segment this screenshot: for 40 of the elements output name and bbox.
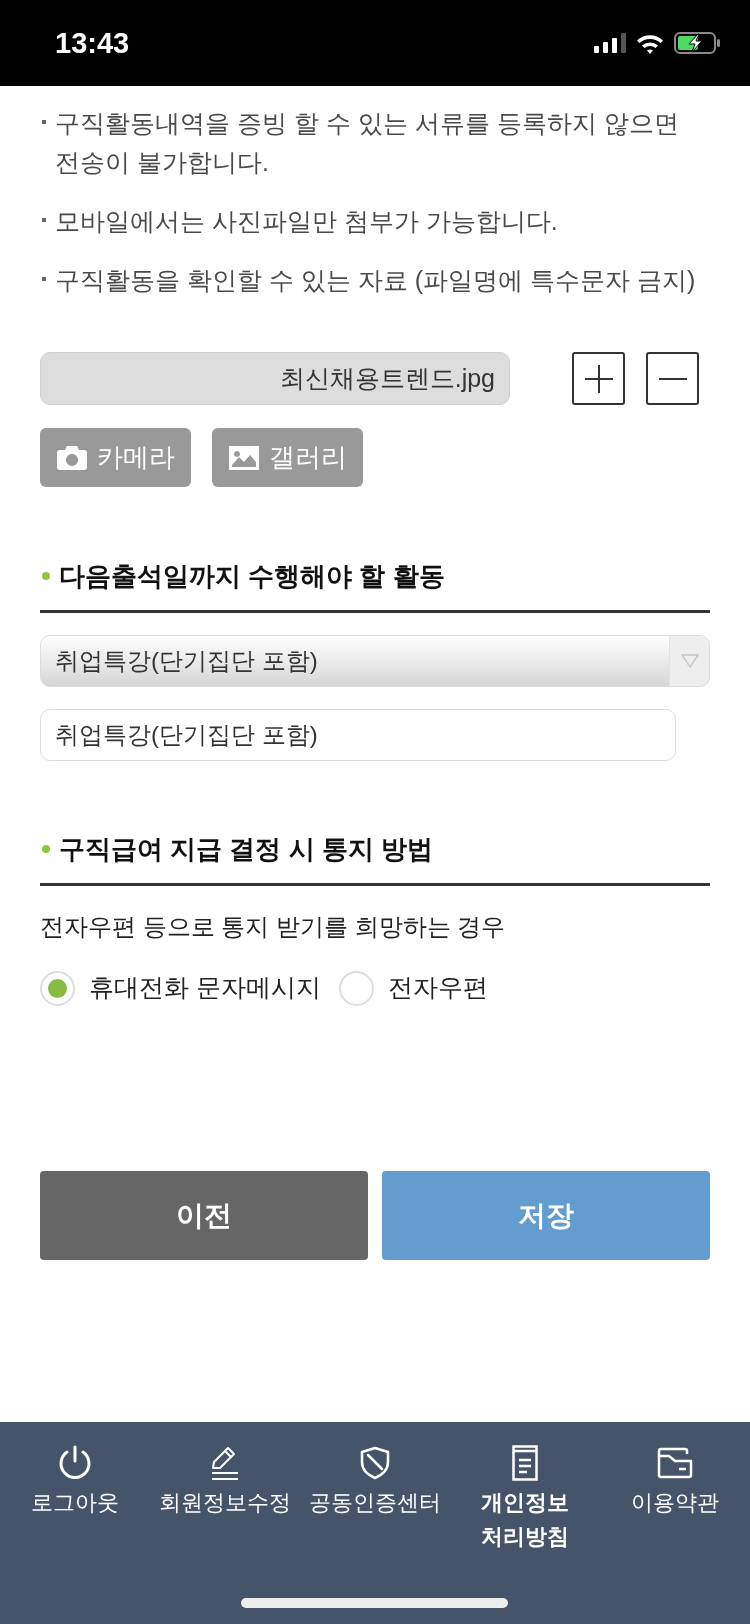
nav-item[interactable]: 이용약관 bbox=[631, 1444, 719, 1520]
note-text: 구직활동내역을 증빙 할 수 있는 서류를 등록하지 않으면 전송이 불가합니다. bbox=[55, 108, 680, 178]
power-icon bbox=[58, 1445, 92, 1481]
shield-off-icon bbox=[360, 1446, 390, 1480]
nav-item[interactable]: 회원정보수정 bbox=[159, 1444, 291, 1520]
status-time: 13:43 bbox=[55, 28, 130, 58]
image-icon bbox=[228, 445, 259, 470]
radio-button[interactable] bbox=[338, 970, 374, 1006]
section-title: 구직급여 지급 결정 시 통지 방법 bbox=[59, 833, 434, 866]
bullet-icon bbox=[42, 120, 46, 124]
file-name-field[interactable]: 최신채용트렌드.jpg bbox=[40, 352, 510, 405]
note-text: 구직활동을 확인할 수 있는 자료 (파일명에 특수문자 금지) bbox=[55, 265, 696, 296]
caret-icon bbox=[669, 636, 709, 686]
plus-icon bbox=[584, 364, 613, 393]
radio-option[interactable]: 휴대전화 문자메시지 bbox=[40, 969, 321, 1007]
radio-option[interactable]: 전자우편 bbox=[338, 969, 488, 1007]
camera-icon bbox=[56, 445, 87, 470]
nav-item[interactable]: 개인정보 처리방침 bbox=[454, 1444, 596, 1554]
document-icon bbox=[512, 1445, 538, 1481]
minus-icon bbox=[658, 377, 687, 380]
battery-charging-icon bbox=[674, 32, 720, 54]
nav-item[interactable]: 로그아웃 bbox=[31, 1444, 119, 1520]
folder-icon bbox=[657, 1447, 693, 1479]
bullet-icon bbox=[42, 277, 46, 281]
section-title: 다음출석일까지 수행해야 할 활동 bbox=[59, 560, 445, 593]
bullet-icon bbox=[42, 218, 46, 222]
wifi-icon bbox=[636, 32, 664, 54]
bullet-icon bbox=[42, 572, 50, 580]
activity-select[interactable]: 취업특강(단기집단 포함) bbox=[40, 635, 710, 687]
nav-item[interactable]: 공동인증센터 bbox=[309, 1444, 441, 1520]
pencil-icon bbox=[211, 1445, 239, 1481]
radio-button[interactable] bbox=[40, 970, 75, 1006]
previous-button[interactable]: 이전 bbox=[40, 1171, 368, 1260]
notice-description: 전자우편 등으로 통지 받기를 희망하는 경우 bbox=[40, 912, 507, 942]
bullet-icon bbox=[42, 845, 50, 853]
note-text: 모바일에서는 사진파일만 첨부가 가능합니다. bbox=[55, 206, 558, 237]
add-file-button[interactable] bbox=[572, 352, 625, 405]
remove-file-button[interactable] bbox=[646, 352, 699, 405]
signal-icon bbox=[594, 33, 626, 53]
activity-input-field[interactable]: 취업특강(단기집단 포함) bbox=[40, 709, 676, 761]
